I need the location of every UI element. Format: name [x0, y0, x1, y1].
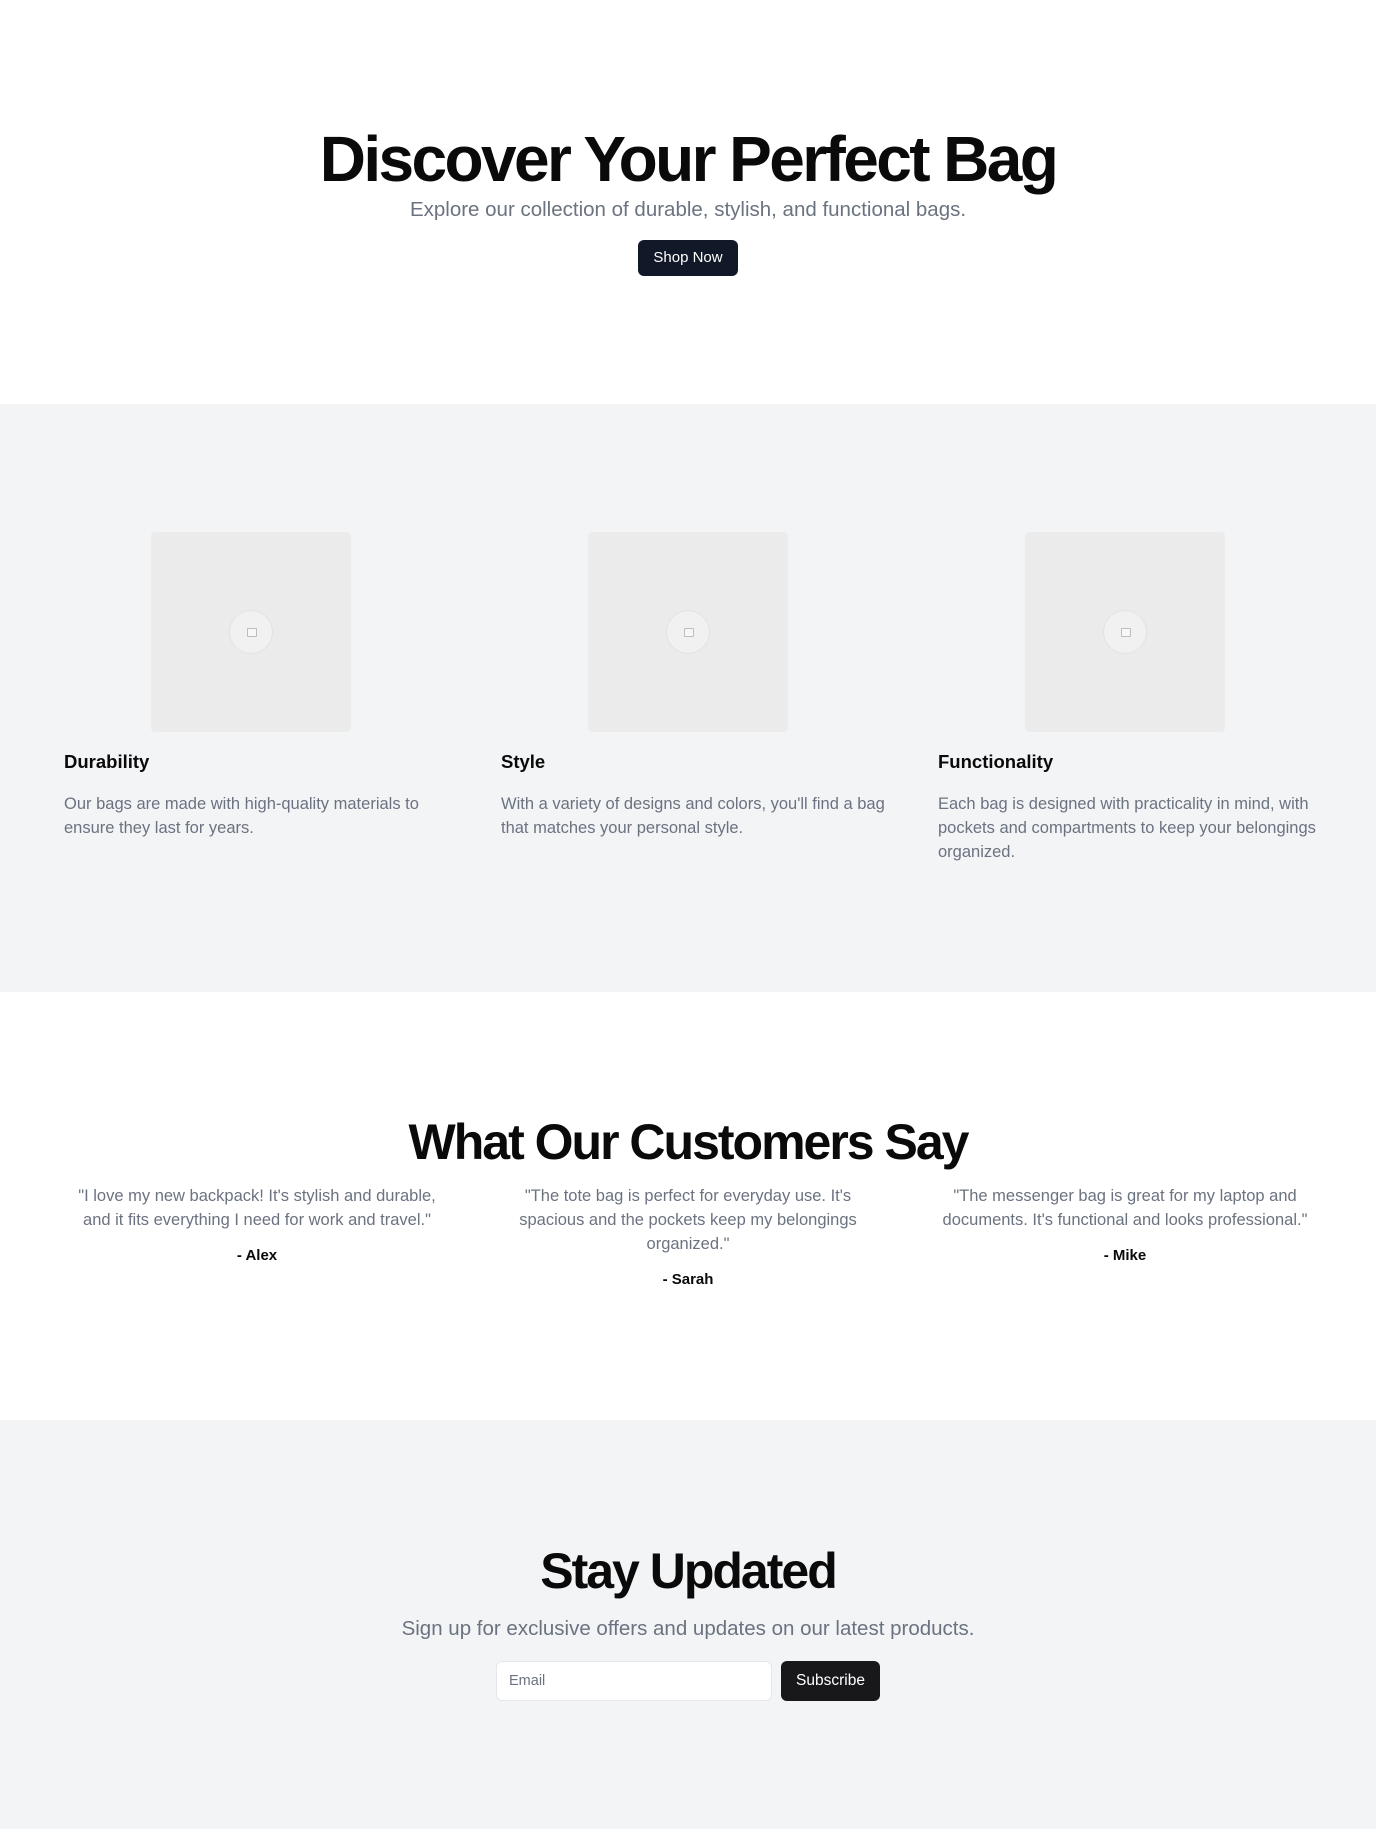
- feature-title: Durability: [64, 751, 150, 772]
- testimonial-author: - Alex: [236, 1247, 278, 1264]
- image-placeholder-icon: [666, 610, 710, 654]
- feature-title: Style: [501, 751, 546, 772]
- hero-section: Discover Your Perfect Bag Explore our co…: [0, 0, 1376, 404]
- testimonial-card: "The tote bag is perfect for everyday us…: [495, 1184, 881, 1290]
- hero-subtitle: Explore our collection of durable, styli…: [409, 198, 967, 221]
- newsletter-section: Stay Updated Sign up for exclusive offer…: [0, 1420, 1376, 1829]
- features-section: Durability Our bags are made with high-q…: [0, 404, 1376, 992]
- shop-now-button[interactable]: Shop Now: [638, 240, 738, 276]
- testimonial-card: "I love my new backpack! It's stylish an…: [64, 1184, 450, 1266]
- testimonials-title: What Our Customers Say: [408, 1114, 970, 1170]
- testimonial-quote: "I love my new backpack! It's stylish an…: [78, 1187, 436, 1229]
- hero-title: Discover Your Perfect Bag: [319, 123, 1059, 195]
- feature-description: Each bag is designed with practicality i…: [938, 795, 1316, 861]
- feature-description: With a variety of designs and colors, yo…: [501, 795, 885, 837]
- feature-image: [151, 532, 351, 732]
- subscribe-button[interactable]: Subscribe: [781, 1661, 880, 1701]
- testimonials-section: What Our Customers Say "I love my new ba…: [0, 992, 1376, 1420]
- image-placeholder-icon: [229, 610, 273, 654]
- testimonial-author: - Mike: [1103, 1247, 1147, 1264]
- feature-description: Our bags are made with high-quality mate…: [64, 795, 419, 837]
- testimonial-quote: "The tote bag is perfect for everyday us…: [519, 1187, 857, 1253]
- newsletter-title: Stay Updated: [540, 1543, 838, 1599]
- feature-title: Functionality: [938, 751, 1054, 772]
- image-placeholder-icon: [1103, 610, 1147, 654]
- feature-image: [1025, 532, 1225, 732]
- feature-image: [588, 532, 788, 732]
- testimonial-card: "The messenger bag is great for my lapto…: [932, 1184, 1318, 1266]
- email-input[interactable]: [496, 1661, 772, 1701]
- testimonial-author: - Sarah: [662, 1271, 714, 1288]
- testimonial-quote: "The messenger bag is great for my lapto…: [942, 1187, 1308, 1229]
- newsletter-subtitle: Sign up for exclusive offers and updates…: [401, 1617, 975, 1640]
